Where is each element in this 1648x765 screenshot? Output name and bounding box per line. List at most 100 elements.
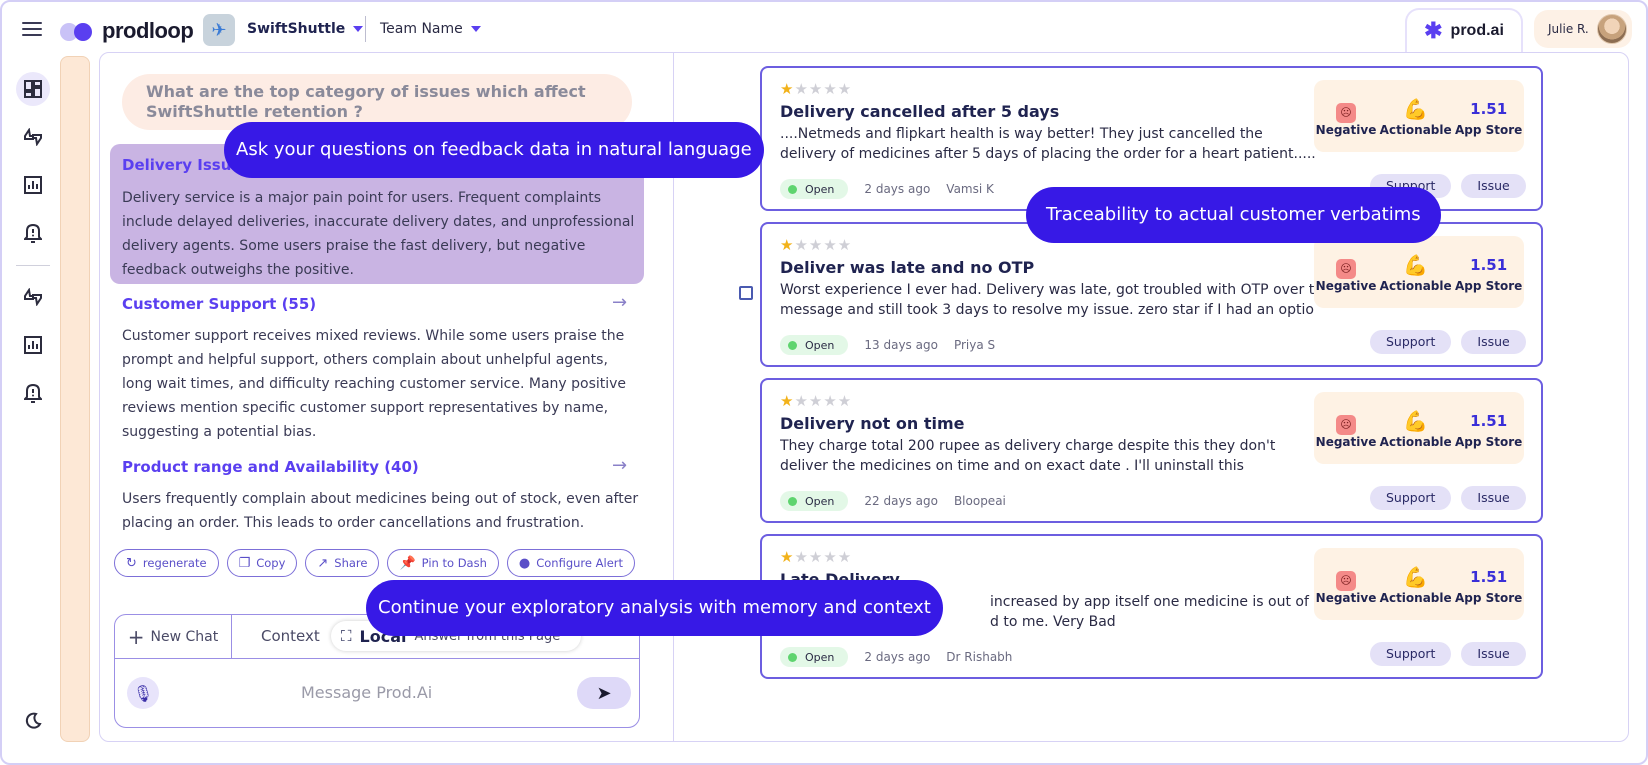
dashboard-icon[interactable] — [16, 72, 50, 106]
feedback-title: Deliver was late and no OTP — [780, 258, 1035, 277]
chevron-down-icon — [470, 26, 481, 32]
configure-alert-button[interactable]: ● Configure Alert — [506, 549, 636, 577]
feedback-age: 13 days ago — [864, 338, 938, 352]
rating-stars: ★★★★★ — [780, 548, 853, 566]
feedback-tags: ☹ Negative 💪 Actionable 1.51 App Store — [1314, 392, 1524, 464]
share-button[interactable]: ↗ Share — [305, 549, 380, 577]
rating-stars: ★★★★★ — [780, 80, 853, 98]
feedback-age: 2 days ago — [864, 182, 931, 196]
arrow-right-icon[interactable]: → — [612, 292, 627, 313]
feedback-card[interactable]: ★★★★★ Deliver was late and no OTP Worst … — [760, 222, 1543, 367]
category-summary: Delivery service is a major pain point f… — [122, 190, 635, 278]
issue-button[interactable]: Issue — [1461, 330, 1526, 354]
sentiment-tag: ☹ Negative — [1316, 251, 1376, 293]
new-chat-button[interactable]: + New Chat — [115, 615, 232, 659]
flexed-arm-icon: 💪 — [1403, 565, 1429, 589]
app-selector[interactable]: SwiftShuttle — [247, 21, 364, 37]
pin-to-dash-button[interactable]: 📌 Pin to Dash — [387, 549, 499, 577]
feedback-thumbs-icon[interactable] — [16, 120, 50, 154]
issue-button[interactable]: Issue — [1461, 642, 1526, 666]
header-divider — [365, 16, 366, 42]
app-name: SwiftShuttle — [247, 21, 346, 37]
prodloop-logo[interactable]: prodloop — [60, 18, 194, 44]
feedback-age: 22 days ago — [864, 494, 938, 508]
category-title[interactable]: Customer Support (55) — [122, 295, 316, 313]
team-selector[interactable]: Team Name — [380, 21, 481, 37]
source-tag: 1.51 App Store — [1454, 412, 1523, 449]
alert-icon: ● — [518, 555, 531, 571]
regenerate-button[interactable]: ↻ regenerate — [114, 549, 219, 577]
feedback-text: Worst experience I ever had. Delivery wa… — [780, 282, 1315, 318]
support-button[interactable]: Support — [1370, 642, 1452, 666]
refresh-icon: ↻ — [126, 555, 137, 571]
feedback-thumbs-icon[interactable] — [16, 280, 50, 314]
callout-memory: Continue your exploratory analysis with … — [366, 580, 943, 636]
share-icon: ↗ — [317, 555, 329, 571]
prodai-star-icon: ✱ — [1424, 18, 1443, 43]
feedback-text: increased by app itself one medicine is … — [990, 594, 1309, 630]
card-buttons: Support Issue — [1370, 330, 1526, 354]
status-badge[interactable]: Open — [780, 179, 849, 199]
category-summary: Users frequently complain about medicine… — [122, 491, 639, 531]
feedback-author: Dr Rishabh — [946, 650, 1013, 664]
context-tab[interactable]: Context — [261, 627, 320, 645]
user-menu[interactable]: Julie R. — [1534, 10, 1632, 48]
prodai-label: prod.ai — [1450, 22, 1504, 39]
flexed-arm-icon: 💪 — [1403, 97, 1429, 121]
feedback-text: ....Netmeds and flipkart health is way b… — [780, 126, 1315, 162]
angry-face-icon: ☹ — [1336, 103, 1356, 123]
flexed-arm-icon: 💪 — [1403, 253, 1429, 277]
prodai-tab[interactable]: ✱ prod.ai — [1405, 8, 1523, 52]
menu-icon[interactable] — [22, 22, 42, 36]
chart-icon[interactable] — [16, 168, 50, 202]
plus-icon: + — [127, 625, 145, 649]
support-button[interactable]: Support — [1370, 486, 1452, 510]
action-label: Copy — [256, 556, 286, 570]
issue-button[interactable]: Issue — [1461, 174, 1526, 198]
copy-icon: ❐ — [238, 555, 251, 571]
expand-icon: ⛶ — [341, 627, 352, 645]
response-actions: ↻ regenerate ❐ Copy ↗ Share 📌 Pin to Dash ● C… — [114, 549, 636, 577]
chart-icon[interactable] — [16, 328, 50, 362]
action-label: regenerate — [142, 556, 207, 570]
rating-stars: ★★★★★ — [780, 392, 853, 410]
source-tag: 1.51 App Store — [1454, 568, 1523, 605]
message-input[interactable]: Message Prod.Ai — [301, 683, 432, 702]
actionable-tag: 💪 Actionable — [1379, 565, 1452, 605]
alert-bell-icon[interactable] — [16, 216, 50, 250]
copy-button[interactable]: ❐ Copy — [226, 549, 298, 577]
sentiment-tag: ☹ Negative — [1316, 407, 1376, 449]
feedback-meta: Open 2 days ago Vamsi K — [780, 179, 994, 199]
rating-stars: ★★★★★ — [780, 236, 853, 254]
feedback-author: Vamsi K — [946, 182, 994, 196]
app-window: prodloop ✈ SwiftShuttle Team Name ✱ prod… — [0, 0, 1648, 765]
source-tag: 1.51 App Store — [1454, 256, 1523, 293]
moon-icon[interactable] — [16, 704, 50, 738]
category-title[interactable]: Product range and Availability (40) — [122, 458, 419, 476]
source-tag: 1.51 App Store — [1454, 100, 1523, 137]
alert-bell-icon[interactable] — [16, 376, 50, 410]
avatar — [1596, 14, 1627, 44]
status-badge[interactable]: Open — [780, 647, 849, 667]
new-chat-label: New Chat — [150, 629, 219, 645]
feedback-card[interactable]: ★★★★★ Delivery not on time They charge t… — [760, 378, 1543, 523]
brand-name: prodloop — [102, 18, 194, 43]
arrow-right-icon[interactable]: → — [612, 455, 627, 476]
actionable-tag: 💪 Actionable — [1379, 253, 1452, 293]
select-checkbox[interactable] — [739, 286, 753, 300]
app-icon: ✈ — [203, 14, 235, 46]
action-label: Pin to Dash — [421, 556, 487, 570]
feedback-tags: ☹ Negative 💪 Actionable 1.51 App Store — [1314, 80, 1524, 152]
angry-face-icon: ☹ — [1336, 259, 1356, 279]
support-button[interactable]: Support — [1370, 330, 1452, 354]
sentiment-tag: ☹ Negative — [1316, 563, 1376, 605]
status-badge[interactable]: Open — [780, 335, 849, 355]
collapsed-sidebar-strip[interactable] — [60, 56, 90, 742]
microphone-button[interactable]: 🎙 — [127, 677, 159, 709]
feedback-author: Bloopeai — [953, 494, 1006, 508]
issue-button[interactable]: Issue — [1461, 486, 1526, 510]
feedback-text: They charge total 200 rupee as delivery … — [780, 438, 1276, 474]
status-badge[interactable]: Open — [780, 491, 849, 511]
send-button[interactable]: ➤ — [577, 677, 631, 709]
pin-icon: 📌 — [399, 555, 416, 571]
